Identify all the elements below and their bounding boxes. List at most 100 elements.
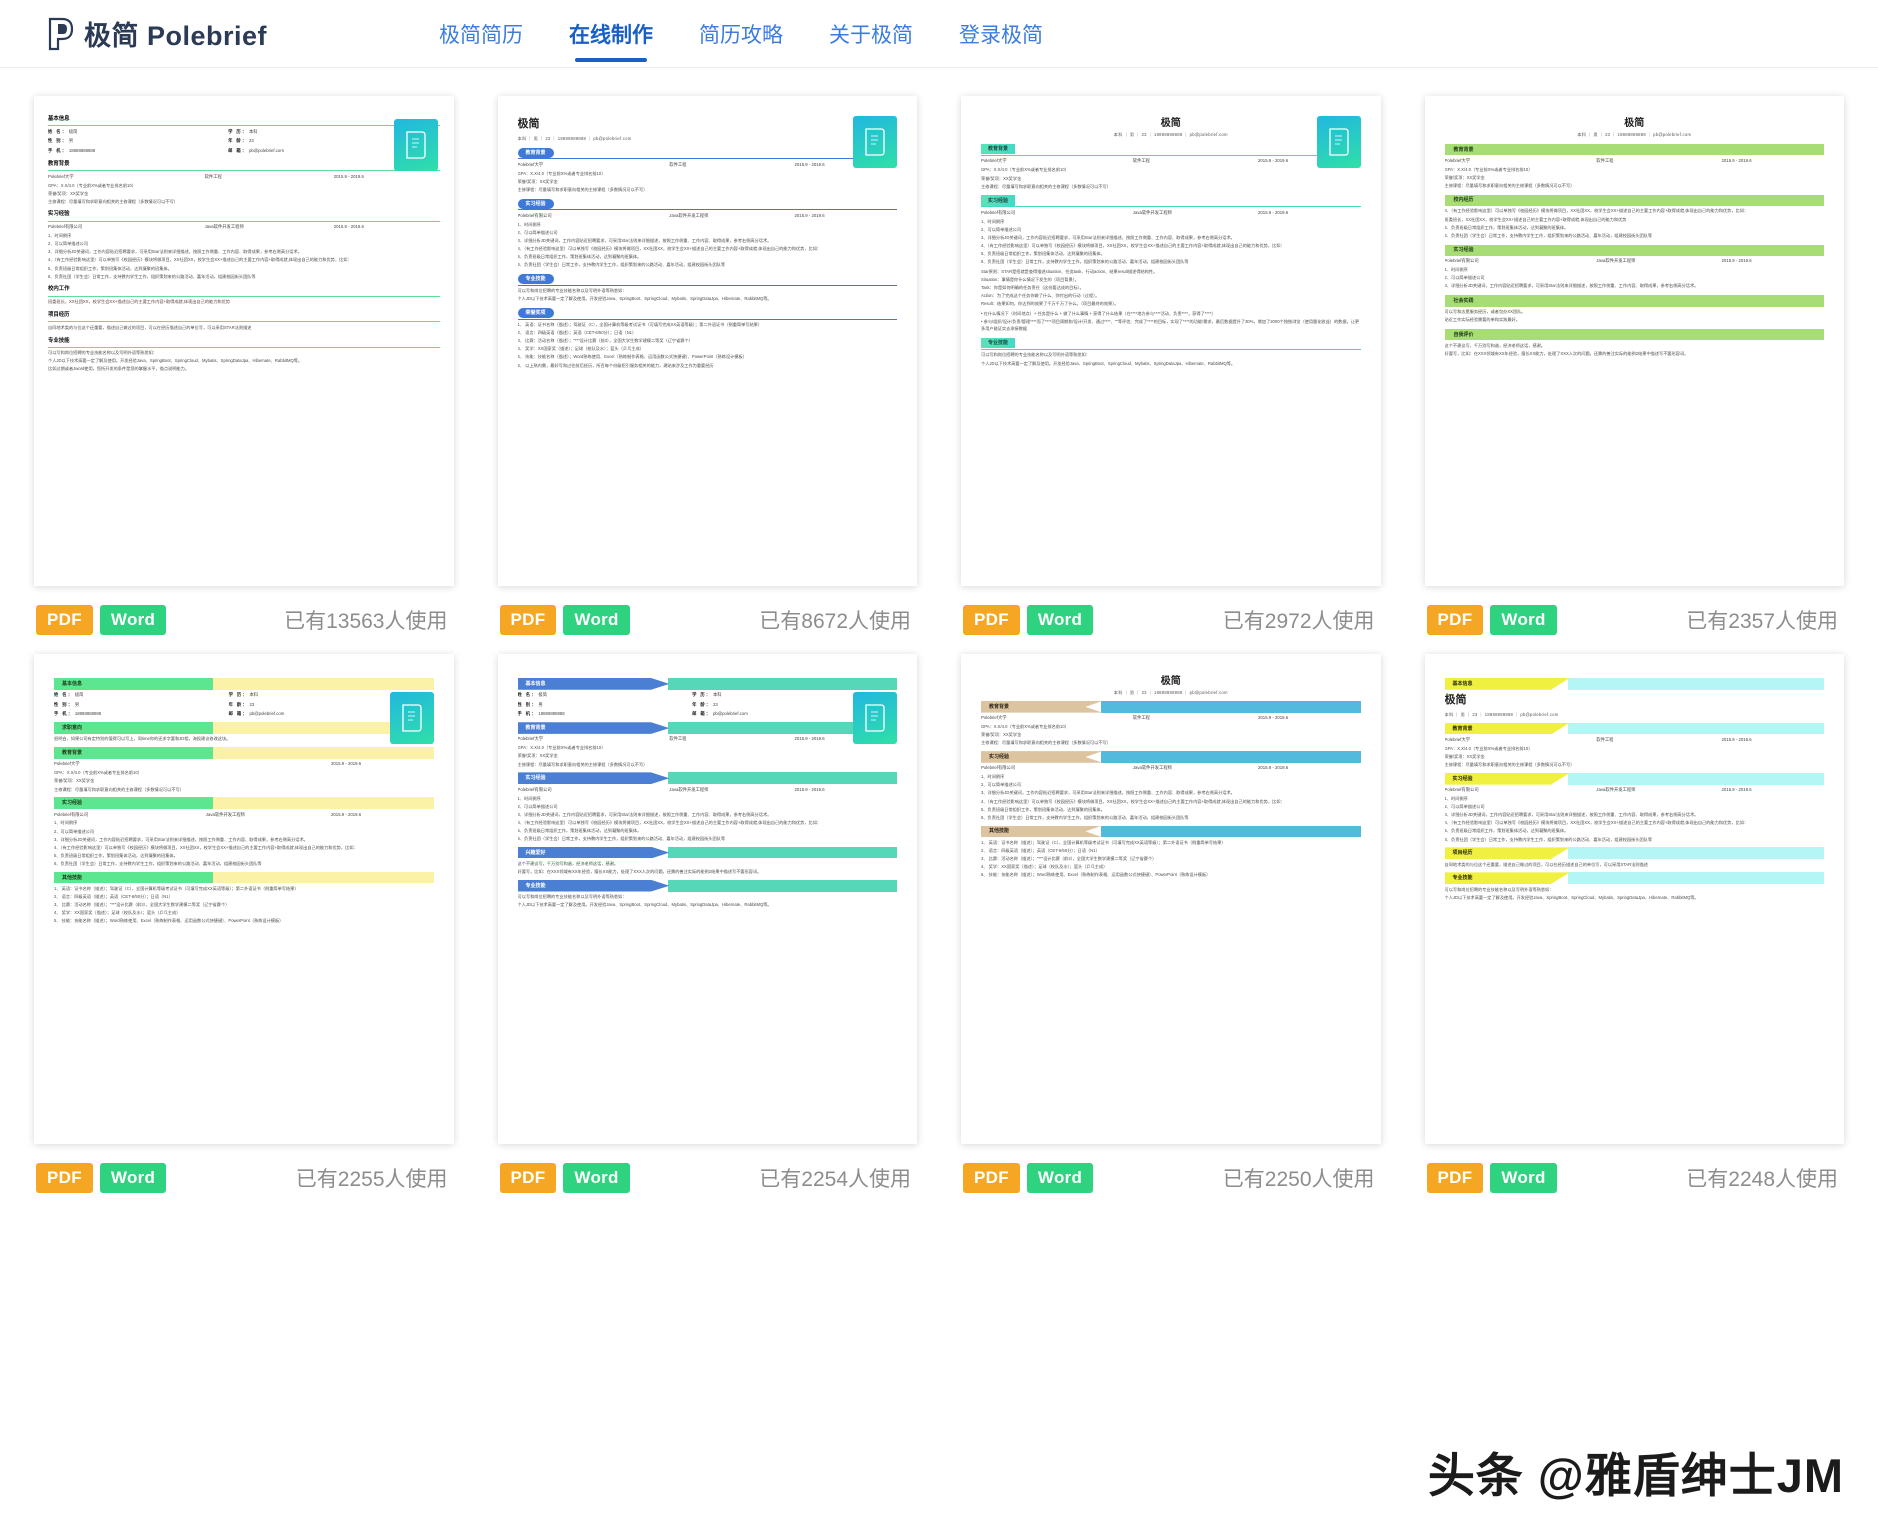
template-cell-8: 基本信息 极简 本科 ｜ 男 ｜ 23 ｜ 18888888888 ｜ pb@p… [1424, 654, 1844, 1212]
nav-item-about[interactable]: 关于极简 [829, 0, 913, 68]
resume-template-card-3[interactable]: 极简 本科 ｜ 男 ｜ 23 ｜ 18888888888 ｜ pb@polebr… [961, 96, 1381, 586]
nav-item-guides[interactable]: 简历攻略 [699, 0, 783, 68]
section-header: 其他技能 [981, 825, 1361, 838]
download-pdf-button[interactable]: PDF [36, 1162, 93, 1194]
candidate-meta: 本科 ｜ 男 ｜ 23 ｜ 18888888888 ｜ pb@polebrief… [1113, 132, 1228, 138]
candidate-name: 极简 [1444, 694, 1467, 707]
download-word-button[interactable]: Word [1026, 604, 1094, 636]
date-range: 2015.9 - 2019.6 [1721, 736, 1752, 742]
candidate-name: 极简 [517, 118, 540, 130]
download-pdf-button[interactable]: PDF [1426, 604, 1484, 636]
download-word-button[interactable]: Word [1026, 1162, 1094, 1194]
card-footer-6: PDF Word 已有2254人使用 [498, 1144, 918, 1212]
download-word-button[interactable]: Word [563, 1162, 630, 1194]
nav-item-online-builder[interactable]: 在线制作 [569, 0, 653, 68]
section-fill [1101, 825, 1361, 838]
detail-line: 荣誉/奖项：XX奖学金 [1444, 754, 1485, 760]
school: Polebrief大学 [1444, 157, 1471, 163]
school: Polebrief大学 [981, 715, 1007, 721]
detail-line: 4、（有工作经验影响这里）可以单独写《校园经历》模块将做项目，XX社团XX，校学… [517, 245, 822, 251]
card-footer-5: PDF Word 已有2255人使用 [34, 1144, 454, 1212]
date-range: 2015.9 - 2019.6 [1721, 787, 1752, 793]
detail-line: 3、 比赛：活动名称（描述）；"**"设计比赛（前3），全国大学生数学建模二等奖… [517, 338, 693, 344]
entry-row: Polebrief大学 软件工程 2015.9 - 2019.6 [518, 736, 898, 743]
nav-item-resumes[interactable]: 极简简历 [439, 0, 523, 68]
usage-count-label: 已有8672人使用 [759, 610, 911, 633]
detail-line: 5、 技能：技能名称（描述）；Word熟练使用、Excel（熟练制作表格、运用函… [981, 872, 1211, 878]
detail-line: 5、负责班级日常组织工作，策划班集体活动，达到凝聚的班集体。 [1444, 224, 1569, 230]
section-title: 项目经历 [48, 311, 440, 323]
section-title: 自我评价 [1444, 328, 1824, 341]
detail-line: 1、时间倒序 [1444, 267, 1468, 273]
download-pdf-button[interactable]: PDF [499, 1162, 557, 1194]
detail-line: 主修课程：尽量填写和求职意向相关的主修课程（多数情况可以不写） [1444, 182, 1575, 188]
usage-count-label: 已有2357人使用 [1686, 610, 1838, 633]
download-pdf-button[interactable]: PDF [36, 604, 93, 636]
download-pdf-button[interactable]: PDF [1426, 1162, 1484, 1194]
section-title: 教育背景 [981, 143, 1016, 155]
download-pdf-button[interactable]: PDF [963, 1162, 1020, 1194]
resume-template-card-2[interactable]: 极简 本科 ｜ 男 ｜ 23 ｜ 18888888888 ｜ pb@polebr… [497, 96, 917, 586]
section-title: 社会实践 [1444, 295, 1824, 307]
nav-item-login[interactable]: 登录极简 [959, 0, 1043, 68]
section-header: 实习经验 [1444, 772, 1824, 785]
download-word-button[interactable]: Word [563, 604, 630, 636]
section-header: 专业技能 [1444, 872, 1824, 884]
detail-line: 2、可以简单描述公司 [1444, 804, 1485, 810]
section-fill [1101, 751, 1361, 763]
section-header: 项目经历 [1444, 847, 1824, 860]
avatar [853, 692, 897, 744]
detail-line: 可以写和岗位招聘的专业技能名称以及写明外语等熟悉如： [981, 352, 1090, 358]
detail-line: 贴近工作实际经验需要的单和实践最好。 [1444, 317, 1520, 323]
field-label: 姓 名： [54, 692, 74, 698]
card-footer-4: PDF Word 已有2357人使用 [1425, 586, 1845, 654]
section-header: 其他技能 [54, 871, 434, 884]
section-title: 专业技能 [1444, 872, 1570, 884]
card-footer-7: PDF Word 已有2250人使用 [961, 1144, 1381, 1212]
field-value: 本科 [249, 692, 259, 698]
section-title: 实习经验 [517, 772, 670, 785]
resume-template-card-5[interactable]: 基本信息 姓 名： 极简 学 历： 本科 性 别： 男 年 龄： 23 手 机：… [34, 654, 454, 1144]
resume-template-card-1[interactable]: 基本信息 姓 名： 极简 学 历： 本科 性 别： 男 年 龄： 23 手 机：… [34, 96, 454, 586]
detail-line: 个人JD以下技术高要一定了解及使用。开发经验Java、SpringBoot、Sp… [517, 902, 772, 908]
resume-template-card-7[interactable]: 极简 本科 ｜ 男 ｜ 23 ｜ 18888888888 ｜ pb@polebr… [961, 654, 1381, 1144]
resume-template-card-6[interactable]: 基本信息 姓 名： 极简 学 历： 本科 性 别： 男 年 龄： 23 手 机：… [497, 654, 917, 1144]
detail-line: 3、 比赛：活动名称（描述）；"**"设计比赛（前3），全国大学生数学建模二等奖… [54, 902, 230, 908]
detail-line: 班委班长，XX社团XX，校学生会XX+描述自己的主要工作内容+取得成就,体现出自… [1444, 216, 1627, 222]
major: 软件工程 [669, 161, 687, 167]
template-cell-5: 基本信息 姓 名： 极简 学 历： 本科 性 别： 男 年 龄： 23 手 机：… [34, 654, 454, 1212]
section-header: 教育背景 [54, 747, 434, 759]
section-fill [1567, 872, 1824, 884]
field-label: 手 机： [54, 711, 74, 717]
download-word-button[interactable]: Word [1490, 1162, 1557, 1194]
field-label: 年 龄： [228, 138, 248, 144]
detail-line: 6、负责社团（学生会）日常工作，支持教内学生工作，组织策划来的公路活动、嘉年活动… [54, 860, 262, 866]
entry-row: Polebrief大学 软件工程 2015.9 - 2019.6 [1445, 158, 1825, 165]
brand-logo[interactable]: 极简 Polebrief [48, 14, 267, 53]
entry-row: Polebrief有限公司 Java软件开发工程师 2015.9 - 2019.… [981, 765, 1361, 772]
detail-line: GPA：X.X/4.0（专业前X%或者专业排名前10） [981, 167, 1069, 173]
download-word-button[interactable]: Word [1490, 604, 1557, 636]
resume-preview-6: 基本信息 姓 名： 极简 学 历： 本科 性 别： 男 年 龄： 23 手 机：… [517, 674, 898, 1144]
job-title: Java软件开发工程师 [1596, 258, 1636, 264]
section-header: 荣誉奖项 [517, 307, 897, 320]
download-pdf-button[interactable]: PDF [963, 604, 1020, 636]
section-header: 兴趣爱好 [517, 846, 897, 859]
detail-line: 自同地术类的与位这个还重要，描述自己做过的项目，可以在经历描述自己的单位写，可以… [48, 324, 252, 330]
section-fill [1567, 678, 1824, 690]
detail-line: GPA：X.X/4.0（专业前X%或者专业排名前10） [54, 770, 142, 776]
download-pdf-button[interactable]: PDF [499, 604, 557, 636]
download-buttons: PDF Word [499, 1162, 630, 1194]
download-word-button[interactable]: Word [99, 604, 167, 636]
resume-template-card-8[interactable]: 基本信息 极简 本科 ｜ 男 ｜ 23 ｜ 18888888888 ｜ pb@p… [1424, 654, 1844, 1144]
section-title: 实习经验 [517, 198, 554, 209]
resume-template-card-4[interactable]: 极简 本科 ｜ 男 ｜ 23 ｜ 18888888888 ｜ pb@polebr… [1424, 96, 1844, 586]
date-range: 2015.9 - 2019.6 [1258, 765, 1289, 771]
detail-line: 5、负责班级日常组织工作，策划班集体活动，达到凝聚的班集体。 [517, 254, 642, 260]
download-word-button[interactable]: Word [99, 1162, 167, 1194]
school: Polebrief大学 [1444, 736, 1471, 742]
template-cell-7: 极简 本科 ｜ 男 ｜ 23 ｜ 18888888888 ｜ pb@polebr… [961, 654, 1381, 1212]
detail-line: 5、负责班级日常组织工作，策划班集体活动，达到凝聚的班集体。 [48, 265, 172, 271]
field-value: pb@polebrief.com [712, 711, 748, 717]
detail-line: 好要写，比如：在XXX领域有XX年经验，擅长XX能力，处理了XXX人次的问题。还… [517, 869, 762, 875]
